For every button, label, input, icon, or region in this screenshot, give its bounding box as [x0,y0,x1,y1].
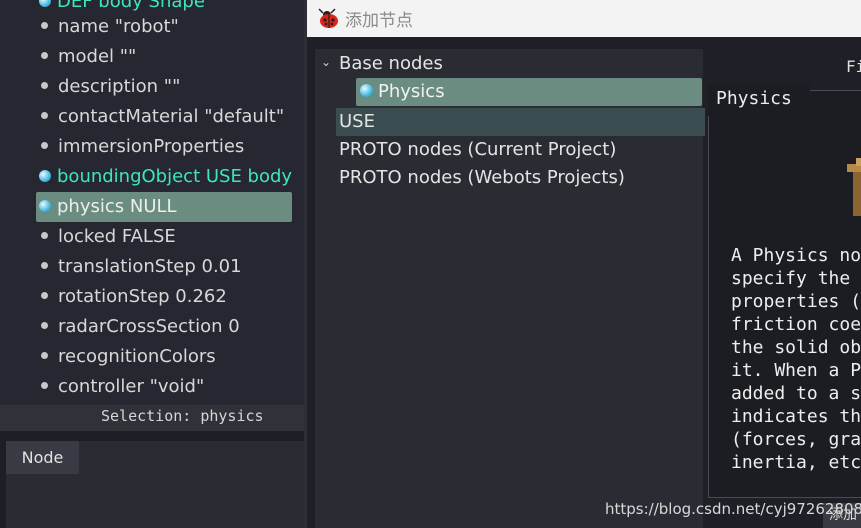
bullet-icon [41,82,48,89]
tab-physics-info[interactable]: Physics [708,84,810,116]
scene-tree: DEF body Shape name "robot" model "" des… [0,0,304,405]
tree-item-label: DEF body Shape [57,0,205,12]
tree-item-translation-step[interactable]: translationStep 0.01 [36,252,242,282]
list-item-base-nodes[interactable]: Base nodes [339,50,443,78]
node-preview-image [847,158,861,216]
list-item-label: Physics [378,81,445,102]
tree-item-controller[interactable]: controller "void" [36,372,204,402]
node-ball-icon [360,84,373,97]
dialog-title: 添加节点 [345,11,413,31]
tree-item-label: name "robot" [58,16,179,37]
bullet-icon [41,112,48,119]
list-item-physics[interactable]: Physics [356,78,702,106]
bullet-icon [41,262,48,269]
tree-item-label: immersionProperties [58,136,245,157]
bullet-icon [41,322,48,329]
chevron-down-icon[interactable]: ⌄ [321,55,331,69]
tree-item-description[interactable]: description "" [36,72,180,102]
watermark: https://blog.csdn.net/cyj972628089 [605,500,861,518]
tree-item-label: model "" [58,46,137,67]
tree-item-label: recognitionColors [58,346,216,367]
bullet-icon [41,292,48,299]
tree-item-rotation-step[interactable]: rotationStep 0.262 [36,282,227,312]
tree-item-model[interactable]: model "" [36,42,136,72]
list-item-use[interactable]: USE [336,108,705,136]
tree-item-label: physics NULL [57,196,177,217]
tree-item-bounding-object[interactable]: boundingObject USE body [36,162,292,192]
tree-item-name[interactable]: name "robot" [36,12,179,42]
ladybug-icon [318,8,338,28]
tree-item-label: rotationStep 0.262 [58,286,227,307]
bullet-icon [41,382,48,389]
bullet-icon [41,352,48,359]
tree-item-label: description "" [58,76,181,97]
tab-node[interactable]: Node [6,441,79,474]
bullet-icon [41,142,48,149]
tree-item-radar-cross-section[interactable]: radarCrossSection 0 [36,312,240,342]
node-description: A Physics no specify the properties ( fr… [731,245,861,473]
tree-item-physics[interactable]: physics NULL [36,192,292,222]
selection-bar: Selection: physics [0,405,304,431]
tree-item-label: contactMaterial "default" [58,106,285,127]
selection-label: Selection: physics [101,407,264,425]
list-item-proto-webots[interactable]: PROTO nodes (Webots Projects) [339,164,625,192]
tree-item-recognition-colors[interactable]: recognitionColors [36,342,216,372]
bullet-icon [41,232,48,239]
scene-tree-panel: DEF body Shape name "robot" model "" des… [0,0,304,528]
tree-item-locked[interactable]: locked FALSE [36,222,176,252]
bullet-icon [41,22,48,29]
tree-item-label: radarCrossSection 0 [58,316,240,337]
tree-item-contact-material[interactable]: contactMaterial "default" [36,102,284,132]
node-ball-icon [39,169,51,182]
add-node-dialog: 添加节点 ⌄ Base nodes Physics USE PROTO node… [307,0,861,528]
tree-item-label: locked FALSE [58,226,176,247]
node-ball-icon [39,0,51,7]
dialog-titlebar[interactable]: 添加节点 [307,0,861,37]
tree-item-immersion-properties[interactable]: immersionProperties [36,132,244,162]
tree-item-label: boundingObject USE body [57,166,293,187]
node-type-list: ⌄ Base nodes Physics USE PROTO nodes (Cu… [315,49,705,528]
bullet-icon [41,52,48,59]
node-ball-icon [39,199,51,212]
tree-item-label: translationStep 0.01 [58,256,242,277]
info-header-text: Fi [846,57,861,76]
tree-item-label: controller "void" [58,376,205,397]
list-item-proto-current[interactable]: PROTO nodes (Current Project) [339,136,616,164]
